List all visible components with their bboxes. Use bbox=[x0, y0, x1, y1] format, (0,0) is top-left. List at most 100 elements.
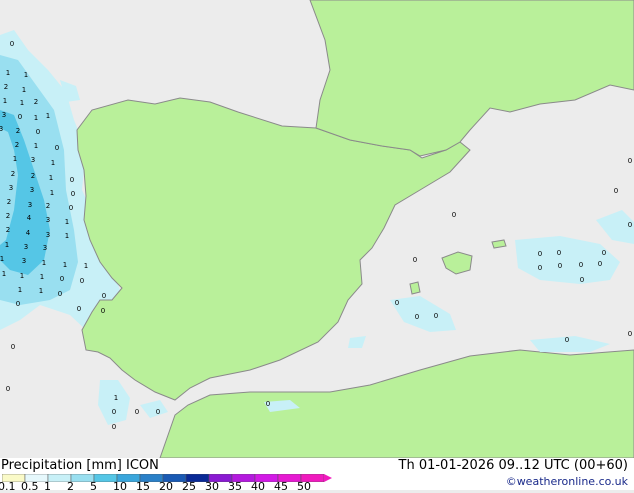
precip-value-label: 3 bbox=[9, 184, 13, 192]
precip-value-label: 1 bbox=[65, 218, 69, 226]
precip-value-label: 1 bbox=[13, 155, 17, 163]
precip-value-label: 0 bbox=[60, 275, 64, 283]
scale-label: 25 bbox=[182, 480, 196, 493]
scale-label: 15 bbox=[136, 480, 150, 493]
precip-value-label: 0 bbox=[434, 312, 438, 320]
precip-value-label: 0 bbox=[580, 276, 584, 284]
precip-value-label: 1 bbox=[50, 189, 54, 197]
precip-value-label: 0 bbox=[55, 144, 59, 152]
scale-arrow bbox=[324, 474, 332, 482]
precip-value-label: 1 bbox=[0, 255, 4, 263]
precip-value-label: 1 bbox=[34, 142, 38, 150]
precip-value-label: 3 bbox=[46, 216, 50, 224]
precip-value-label: 1 bbox=[34, 114, 38, 122]
precip-value-label: 0 bbox=[395, 299, 399, 307]
precip-value-label: 2 bbox=[6, 226, 10, 234]
precip-value-label: 1 bbox=[6, 69, 10, 77]
precip-value-label: 1 bbox=[51, 159, 55, 167]
precip-value-label: 1 bbox=[3, 97, 7, 105]
precip-value-label: 0 bbox=[70, 176, 74, 184]
precip-value-label: 2 bbox=[6, 212, 10, 220]
precip-value-label: 0 bbox=[16, 300, 20, 308]
precip-value-label: 0 bbox=[628, 330, 632, 338]
precip-value-label: 2 bbox=[15, 141, 19, 149]
precip-value-label: 0 bbox=[71, 190, 75, 198]
scale-label: 45 bbox=[274, 480, 288, 493]
scale-label: 30 bbox=[205, 480, 219, 493]
scale-label: 20 bbox=[159, 480, 173, 493]
precip-value-label: 1 bbox=[39, 287, 43, 295]
scale-label: 40 bbox=[251, 480, 265, 493]
precip-value-label: 1 bbox=[24, 71, 28, 79]
precip-value-label: 3 bbox=[31, 156, 35, 164]
precip-value-label: 0 bbox=[112, 423, 116, 431]
precip-value-label: 3 bbox=[2, 111, 6, 119]
precip-value-label: 1 bbox=[2, 270, 6, 278]
precip-value-label: 2 bbox=[31, 172, 35, 180]
precip-value-label: 0 bbox=[538, 264, 542, 272]
scale-label: 1 bbox=[44, 480, 51, 493]
precip-value-label: 1 bbox=[65, 232, 69, 240]
precip-value-label: 3 bbox=[22, 257, 26, 265]
precip-value-label: 0 bbox=[10, 40, 14, 48]
precip-value-label: 3 bbox=[30, 186, 34, 194]
precip-value-label: 0 bbox=[579, 261, 583, 269]
precip-value-label: 2 bbox=[4, 83, 8, 91]
precip-value-label: 1 bbox=[20, 272, 24, 280]
map-title: Precipitation [mm] ICON bbox=[1, 458, 159, 473]
precip-value-label: 3 bbox=[46, 231, 50, 239]
precip-value-label: 1 bbox=[18, 286, 22, 294]
precip-value-label: 2 bbox=[11, 170, 15, 178]
precip-value-label: 3 bbox=[28, 201, 32, 209]
scale-label: 5 bbox=[90, 480, 97, 493]
precip-value-label: 0 bbox=[628, 157, 632, 165]
precip-value-label: 0 bbox=[101, 307, 105, 315]
precip-value-label: 0 bbox=[69, 204, 73, 212]
precip-value-label: 0 bbox=[558, 262, 562, 270]
precip-value-label: 0 bbox=[413, 256, 417, 264]
precip-value-label: 1 bbox=[84, 262, 88, 270]
precip-value-label: 0 bbox=[18, 113, 22, 121]
precip-value-label: 0 bbox=[112, 408, 116, 416]
precip-value-label: 0 bbox=[614, 187, 618, 195]
balearic-menorca bbox=[491, 239, 507, 249]
scale-label: 10 bbox=[113, 480, 127, 493]
precip-value-label: 4 bbox=[27, 214, 32, 222]
precip-value-label: 1 bbox=[22, 86, 26, 94]
precip-value-label: 0 bbox=[538, 250, 542, 258]
scale-label: 35 bbox=[228, 480, 242, 493]
precip-value-label: 0 bbox=[102, 292, 106, 300]
precip-value-label: 0 bbox=[602, 249, 606, 257]
precip-value-label: 0 bbox=[628, 221, 632, 229]
precip-value-label: 0 bbox=[565, 336, 569, 344]
balearic-ibiza bbox=[409, 281, 421, 295]
valid-time: Th 01-01-2026 09..12 UTC (00+60) bbox=[398, 458, 629, 473]
precip-value-label: 0 bbox=[6, 385, 10, 393]
precip-value-label: 0 bbox=[156, 408, 160, 416]
precip-value-label: 2 bbox=[46, 202, 50, 210]
source-credit[interactable]: ©weatheronline.co.uk bbox=[506, 475, 628, 488]
precip-value-label: 4 bbox=[26, 229, 31, 237]
scale-label: 0.1 bbox=[0, 480, 16, 493]
precip-value-label: 1 bbox=[63, 261, 67, 269]
precip-value-label: 1 bbox=[46, 112, 50, 120]
precip-value-label: 3 bbox=[43, 244, 47, 252]
precip-value-label: 1 bbox=[5, 241, 9, 249]
precip-value-label: 0 bbox=[77, 305, 81, 313]
precip-value-label: 1 bbox=[42, 259, 46, 267]
precip-value-label: 0 bbox=[557, 249, 561, 257]
precip-value-label: 1 bbox=[40, 273, 44, 281]
precip-value-label: 2 bbox=[34, 98, 38, 106]
precip-value-label: 0 bbox=[36, 128, 40, 136]
precip-value-label: 3 bbox=[0, 125, 3, 133]
precip-value-label: 0 bbox=[11, 343, 15, 351]
precip-value-label: 0 bbox=[80, 277, 84, 285]
precip-value-label: 0 bbox=[452, 211, 456, 219]
precip-value-label: 2 bbox=[7, 198, 11, 206]
legend-panel: Precipitation [mm] ICON Th 01-01-2026 09… bbox=[0, 458, 634, 493]
precip-value-label: 0 bbox=[266, 400, 270, 408]
scale-label: 50 bbox=[297, 480, 311, 493]
precip-value-label: 0 bbox=[598, 260, 602, 268]
precip-value-label: 0 bbox=[415, 313, 419, 321]
precip-value-label: 1 bbox=[20, 99, 24, 107]
